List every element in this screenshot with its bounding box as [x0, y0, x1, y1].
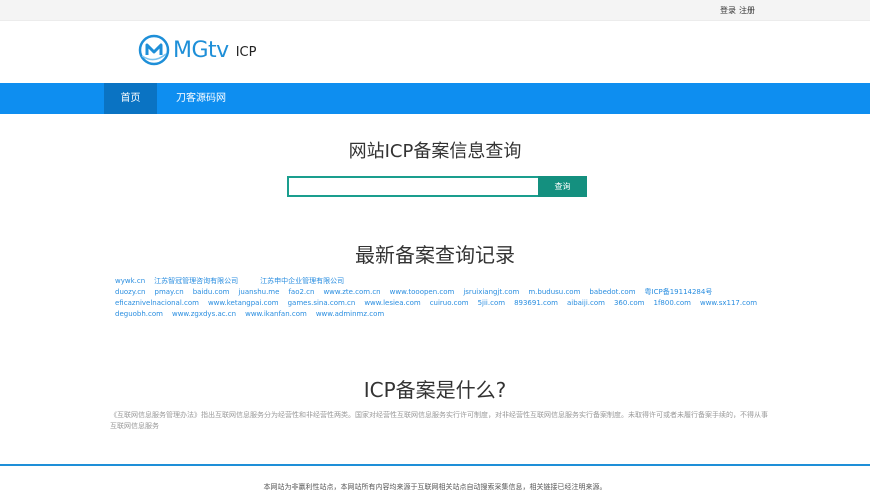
record-row: wywk.cn 江苏智冠管理咨询有限公司 江苏申中企业管理有限公司: [115, 276, 765, 287]
record-link[interactable]: eficaznivelnacional.com: [115, 299, 199, 307]
record-link[interactable]: games.sina.com.cn: [288, 299, 356, 307]
top-bar: 登录 注册: [0, 0, 870, 21]
record-link[interactable]: m.budusu.com: [528, 288, 580, 296]
record-link[interactable]: baidu.com: [193, 288, 230, 296]
record-link[interactable]: wywk.cn: [115, 277, 145, 285]
logo-text: MGtv: [173, 37, 229, 63]
record-link[interactable]: www.sx117.com: [700, 299, 757, 307]
footer-divider: [0, 464, 870, 466]
record-link[interactable]: 粤ICP备19114284号: [645, 288, 713, 296]
record-link[interactable]: aibaiji.com: [567, 299, 605, 307]
search-input[interactable]: [287, 176, 538, 197]
record-link[interactable]: 江苏申中企业管理有限公司: [260, 277, 344, 285]
about-description: 《互联网信息服务管理办法》指出互联网信息服务分为经营性和非经营性两类。国家对经营…: [110, 411, 768, 430]
record-link[interactable]: babedot.com: [589, 288, 635, 296]
logo-mark-icon: [138, 34, 170, 66]
record-link[interactable]: www.zte.com.cn: [323, 288, 380, 296]
about-title: ICP备案是什么?: [363, 378, 507, 402]
record-link[interactable]: pmay.cn: [155, 288, 184, 296]
logo-subtitle: ICP: [235, 44, 257, 60]
register-link[interactable]: 注册: [739, 6, 755, 15]
search-form: 查询: [287, 176, 587, 197]
main-nav: 首页 刀客源码网: [0, 83, 870, 114]
site-logo[interactable]: MGtv ICP: [138, 33, 256, 67]
nav-home[interactable]: 首页: [104, 83, 157, 114]
record-link[interactable]: 1f800.com: [654, 299, 691, 307]
record-link[interactable]: www.ketangpai.com: [208, 299, 279, 307]
recent-records-list: wywk.cn 江苏智冠管理咨询有限公司 江苏申中企业管理有限公司 duozy.cn p…: [115, 276, 765, 320]
record-link[interactable]: jsruixiangjt.com: [463, 288, 519, 296]
search-button[interactable]: 查询: [538, 176, 587, 197]
record-link[interactable]: 360.com: [614, 299, 645, 307]
auth-links: 登录 注册: [717, 5, 755, 16]
query-title: 网站ICP备案信息查询: [348, 141, 522, 162]
record-link[interactable]: www.tooopen.com: [390, 288, 455, 296]
recent-records-title: 最新备案查询记录: [355, 243, 515, 267]
login-link[interactable]: 登录: [720, 6, 736, 15]
record-row: eficaznivelnacional.com www.ketangpai.com…: [115, 298, 765, 309]
record-link[interactable]: www.ikanfan.com: [245, 310, 307, 318]
record-row: deguobh.com www.zgxdys.ac.cn www.ikanfan.c…: [115, 309, 765, 320]
record-link[interactable]: www.adminmz.com: [316, 310, 384, 318]
record-link[interactable]: deguobh.com: [115, 310, 163, 318]
record-link[interactable]: cuiruo.com: [430, 299, 469, 307]
record-link[interactable]: 江苏智冠管理咨询有限公司: [154, 277, 238, 285]
record-link[interactable]: fao2.cn: [288, 288, 314, 296]
record-link[interactable]: 5jii.com: [478, 299, 505, 307]
record-link[interactable]: 893691.com: [514, 299, 558, 307]
footer-notice: 本网站为非赢利性站点，本网站所有内容均来源于互联网相关站点自动搜索采集信息，相关…: [263, 483, 607, 491]
record-link[interactable]: juanshu.me: [238, 288, 279, 296]
record-row: duozy.cn pmay.cn baidu.com juanshu.me fao2.c…: [115, 287, 765, 298]
record-link[interactable]: www.lesiea.com: [364, 299, 420, 307]
site-header: MGtv ICP: [0, 21, 870, 83]
nav-daoke-source[interactable]: 刀客源码网: [166, 83, 236, 114]
record-link[interactable]: www.zgxdys.ac.cn: [172, 310, 236, 318]
record-link[interactable]: duozy.cn: [115, 288, 146, 296]
